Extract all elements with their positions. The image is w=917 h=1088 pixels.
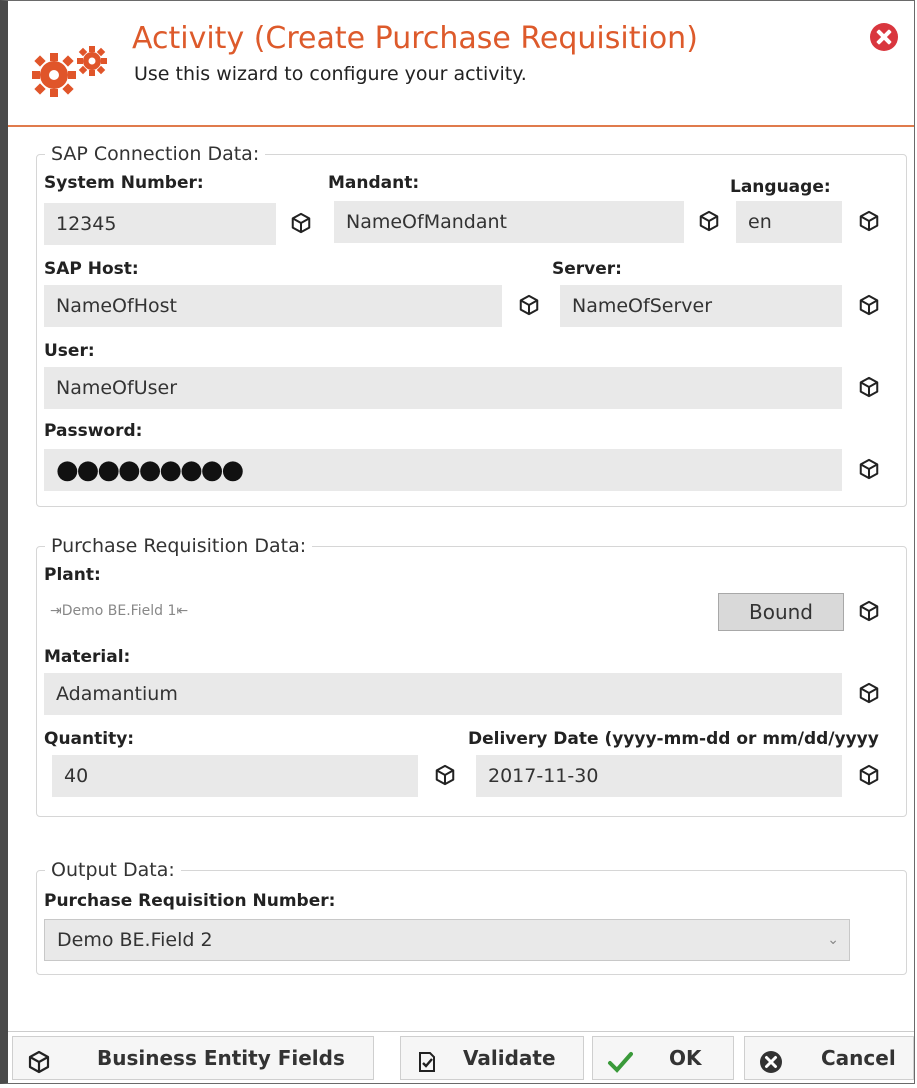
pr-number-label: Purchase Requisition Number:	[44, 891, 336, 911]
material-label: Material:	[44, 647, 131, 667]
cancel-icon	[759, 1046, 783, 1073]
language-bind-icon[interactable]	[858, 209, 880, 233]
mandant-label: Mandant:	[328, 173, 420, 193]
quantity-label: Quantity:	[44, 729, 135, 749]
system-number-bind-icon[interactable]	[290, 211, 312, 235]
material-field[interactable]: Adamantium	[44, 673, 842, 715]
material-bind-icon[interactable]	[858, 681, 880, 705]
cancel-button[interactable]: Cancel	[744, 1036, 914, 1080]
dialog-subtitle: Use this wizard to configure your activi…	[134, 63, 527, 85]
gears-icon	[32, 46, 107, 97]
pr-number-select[interactable]: Demo BE.Field 2 ⌄	[44, 919, 850, 961]
plant-bind-icon[interactable]	[858, 599, 880, 623]
password-label: Password:	[44, 421, 143, 441]
validate-icon	[415, 1046, 439, 1072]
quantity-bind-icon[interactable]	[434, 763, 456, 787]
checkmark-icon	[607, 1046, 633, 1073]
delivery-date-field[interactable]: 2017-11-30	[476, 755, 842, 797]
password-bind-icon[interactable]	[858, 457, 880, 481]
sap-connection-legend: SAP Connection Data:	[51, 143, 260, 165]
language-label: Language:	[730, 177, 831, 197]
dialog-title: Activity (Create Purchase Requisition)	[132, 21, 698, 56]
business-entity-fields-label: Business Entity Fields	[97, 1046, 345, 1070]
dialog-footer: Business Entity Fields Validate OK Cance…	[8, 1031, 914, 1086]
server-label: Server:	[552, 259, 622, 279]
quantity-field[interactable]: 40	[52, 755, 418, 797]
delivery-date-bind-icon[interactable]	[858, 763, 880, 787]
cancel-label: Cancel	[821, 1046, 896, 1070]
plant-label: Plant:	[44, 565, 101, 585]
pr-number-value: Demo BE.Field 2	[57, 929, 213, 951]
sap-host-field[interactable]: NameOfHost	[44, 285, 502, 327]
mandant-bind-icon[interactable]	[698, 209, 720, 233]
bound-button[interactable]: Bound	[718, 593, 844, 631]
cube-icon	[27, 1046, 51, 1074]
sap-host-bind-icon[interactable]	[518, 293, 540, 317]
purchase-requisition-legend: Purchase Requisition Data:	[51, 535, 307, 557]
mandant-field[interactable]: NameOfMandant	[334, 201, 684, 243]
user-bind-icon[interactable]	[858, 375, 880, 399]
output-data-legend: Output Data:	[51, 859, 175, 881]
user-field[interactable]: NameOfUser	[44, 367, 842, 409]
system-number-field[interactable]: 12345	[44, 203, 276, 245]
dialog-header: Activity (Create Purchase Requisition) U…	[8, 1, 914, 127]
password-field[interactable]: ●●●●●●●●●	[44, 449, 842, 491]
chevron-down-icon: ⌄	[827, 932, 839, 948]
activity-dialog: Activity (Create Purchase Requisition) U…	[0, 0, 915, 1084]
user-label: User:	[44, 341, 95, 361]
ok-button[interactable]: OK	[592, 1036, 734, 1080]
ok-label: OK	[669, 1046, 702, 1070]
system-number-label: System Number:	[44, 173, 204, 193]
server-bind-icon[interactable]	[858, 293, 880, 317]
validate-label: Validate	[463, 1046, 556, 1070]
close-icon[interactable]	[870, 23, 898, 51]
validate-button[interactable]: Validate	[400, 1036, 584, 1080]
business-entity-fields-button[interactable]: Business Entity Fields	[12, 1036, 374, 1080]
language-field[interactable]: en	[736, 201, 842, 243]
server-field[interactable]: NameOfServer	[560, 285, 842, 327]
plant-bound-value: ⇥Demo BE.Field 1⇤	[50, 603, 189, 619]
sap-host-label: SAP Host:	[44, 259, 139, 279]
delivery-date-label: Delivery Date (yyyy-mm-dd or mm/dd/yyyy	[468, 729, 879, 749]
